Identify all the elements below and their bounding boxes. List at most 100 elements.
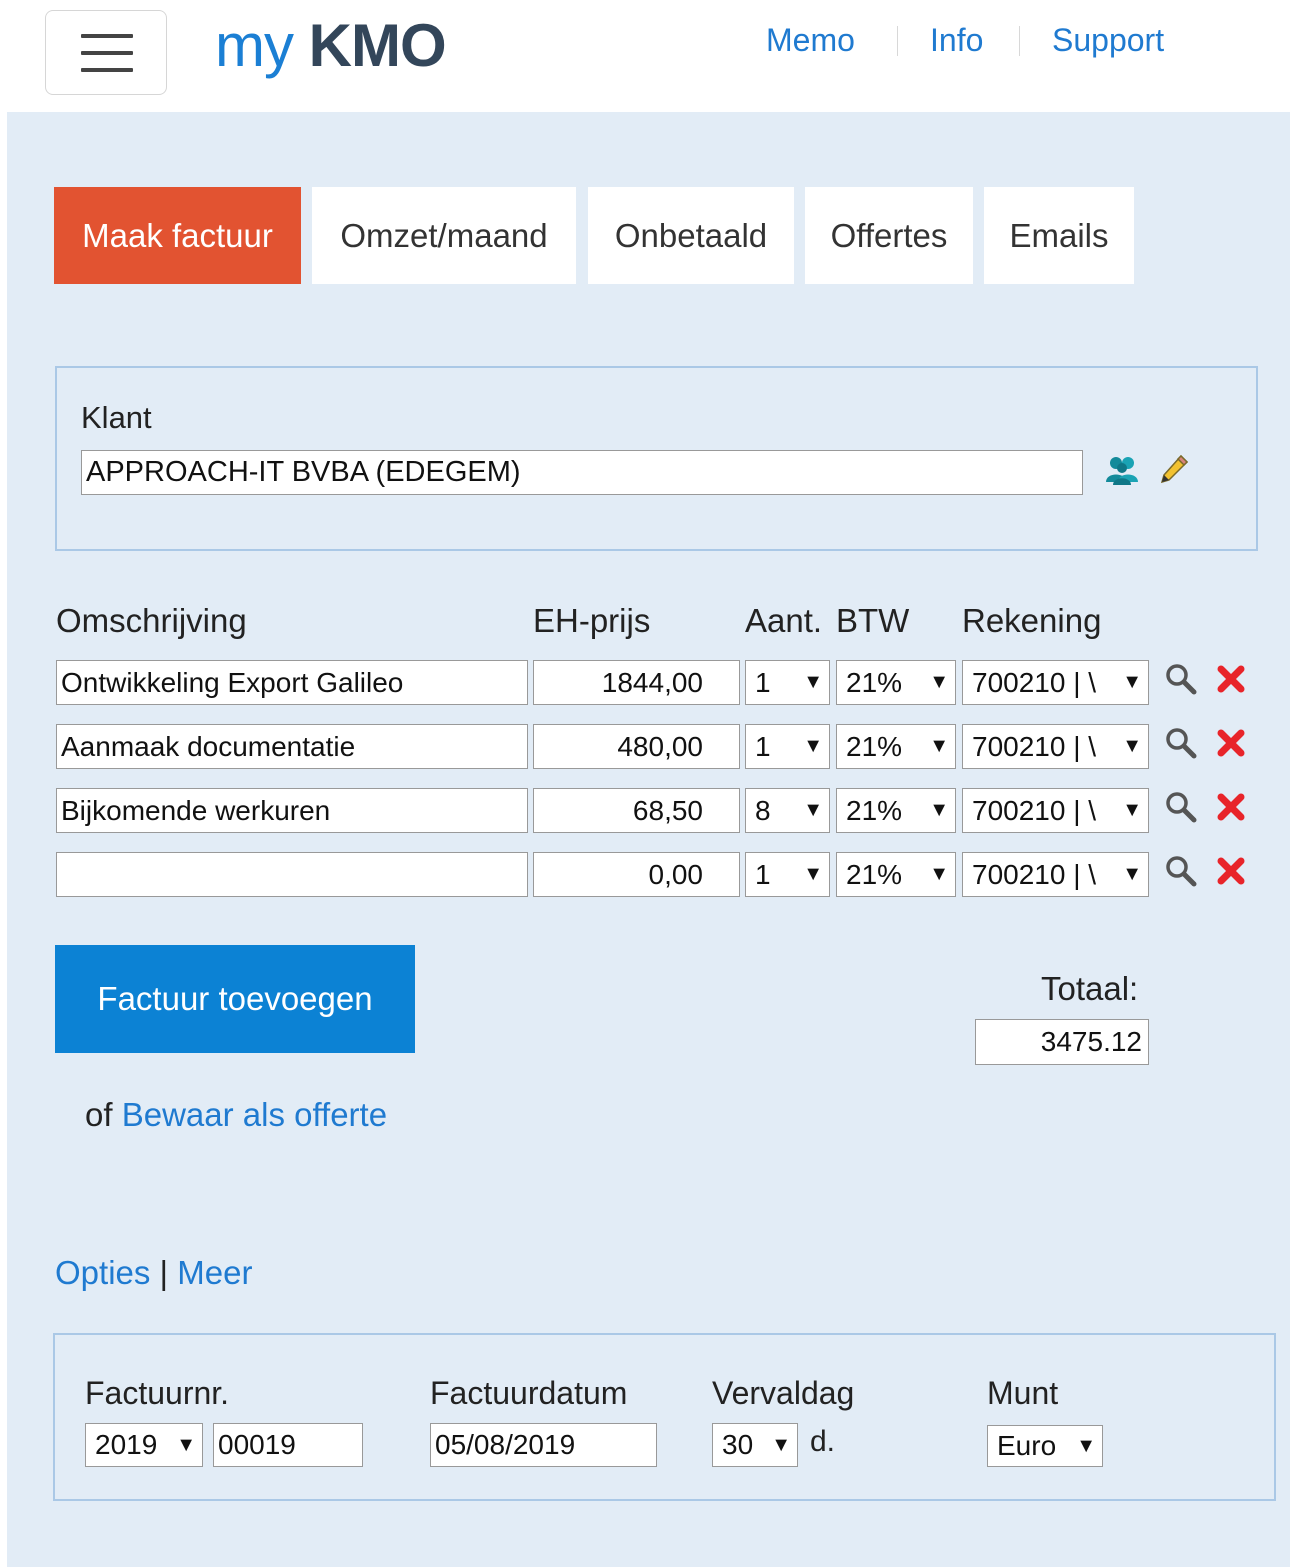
- hamburger-menu-button[interactable]: [45, 10, 167, 95]
- nav-link-info[interactable]: Info: [930, 20, 983, 60]
- dropdown-arrow-icon: ▼: [929, 735, 949, 757]
- factuurnr-year-value: 2019: [95, 1429, 158, 1460]
- link-separator: |: [159, 1254, 169, 1291]
- dropdown-arrow-icon: ▼: [803, 671, 823, 693]
- munt-label: Munt: [987, 1375, 1059, 1411]
- rekening-select[interactable]: 700210 | \ ▼: [962, 660, 1149, 705]
- btw-value: 21%: [846, 731, 903, 762]
- dropdown-arrow-icon: ▼: [1119, 853, 1142, 896]
- meer-link[interactable]: Meer: [177, 1254, 252, 1291]
- logo[interactable]: my KMO: [215, 10, 447, 82]
- factuurnr-number-input[interactable]: 00019: [213, 1423, 363, 1467]
- klant-section: Klant: [55, 366, 1258, 551]
- dropdown-arrow-icon: ▼: [1119, 661, 1142, 704]
- menu-bar-icon: [81, 34, 133, 38]
- btw-select[interactable]: 21% ▼: [836, 852, 956, 897]
- btw-value: 21%: [846, 667, 903, 698]
- omschrijving-input[interactable]: Bijkomende werkuren: [56, 788, 528, 833]
- col-header-btw: BTW: [836, 602, 910, 639]
- btw-value: 21%: [846, 859, 903, 890]
- tab-maak-factuur[interactable]: Maak factuur: [54, 187, 301, 284]
- dropdown-arrow-icon: ▼: [1119, 789, 1142, 832]
- dropdown-arrow-icon: ▼: [771, 1434, 791, 1456]
- tab-offertes[interactable]: Offertes: [805, 187, 973, 284]
- delete-icon[interactable]: [1215, 855, 1247, 892]
- aantal-value: 8: [755, 795, 771, 826]
- main-panel: Maak factuur Omzet/maand Onbetaald Offer…: [7, 112, 1290, 1567]
- delete-icon[interactable]: [1215, 663, 1247, 700]
- dropdown-arrow-icon: ▼: [929, 799, 949, 821]
- klant-input[interactable]: [81, 450, 1083, 495]
- rekening-select[interactable]: 700210 | \ ▼: [962, 788, 1149, 833]
- delete-icon[interactable]: [1215, 727, 1247, 764]
- factuurnr-year-select[interactable]: 2019 ▼: [85, 1423, 203, 1467]
- aantal-select[interactable]: 1 ▼: [745, 724, 830, 769]
- or-text: of: [85, 1096, 113, 1133]
- tab-emails[interactable]: Emails: [984, 187, 1134, 284]
- eh-prijs-input[interactable]: 0,00: [533, 852, 740, 897]
- dropdown-arrow-icon: ▼: [803, 863, 823, 885]
- options-links: Opties | Meer: [55, 1254, 252, 1292]
- vervaldag-select[interactable]: 30 ▼: [712, 1423, 798, 1467]
- nav-separator: [1019, 26, 1020, 56]
- bewaar-als-offerte-link[interactable]: Bewaar als offerte: [122, 1096, 387, 1133]
- omschrijving-input[interactable]: Ontwikkeling Export Galileo: [56, 660, 528, 705]
- search-icon[interactable]: [1164, 662, 1198, 701]
- dropdown-arrow-icon: ▼: [929, 863, 949, 885]
- search-icon[interactable]: [1164, 854, 1198, 893]
- eh-prijs-input[interactable]: 480,00: [533, 724, 740, 769]
- dropdown-arrow-icon: ▼: [1119, 725, 1142, 768]
- btw-select[interactable]: 21% ▼: [836, 724, 956, 769]
- dropdown-arrow-icon: ▼: [803, 735, 823, 757]
- nav-link-support[interactable]: Support: [1052, 20, 1164, 60]
- col-header-eh-prijs: EH-prijs: [533, 602, 651, 639]
- pencil-icon[interactable]: [1157, 452, 1191, 491]
- tab-onbetaald[interactable]: Onbetaald: [588, 187, 794, 284]
- btw-select[interactable]: 21% ▼: [836, 788, 956, 833]
- totaal-field: 3475.12: [975, 1019, 1149, 1065]
- users-icon[interactable]: [1105, 454, 1139, 491]
- btw-select[interactable]: 21% ▼: [836, 660, 956, 705]
- rekening-value: 700210 | \: [972, 795, 1097, 826]
- tab-omzet-maand[interactable]: Omzet/maand: [312, 187, 576, 284]
- omschrijving-input[interactable]: [56, 852, 528, 897]
- rekening-select[interactable]: 700210 | \ ▼: [962, 852, 1149, 897]
- aantal-select[interactable]: 1 ▼: [745, 660, 830, 705]
- rekening-select[interactable]: 700210 | \ ▼: [962, 724, 1149, 769]
- vervaldag-value: 30: [722, 1429, 754, 1460]
- klant-label: Klant: [81, 400, 152, 435]
- factuurdatum-label: Factuurdatum: [430, 1375, 628, 1411]
- eh-prijs-input[interactable]: 68,50: [533, 788, 740, 833]
- factuurdatum-input[interactable]: 05/08/2019: [430, 1423, 657, 1467]
- dropdown-arrow-icon: ▼: [803, 799, 823, 821]
- rekening-value: 700210 | \: [972, 731, 1097, 762]
- col-header-rekening: Rekening: [962, 602, 1102, 639]
- search-icon[interactable]: [1164, 790, 1198, 829]
- factuur-toevoegen-button[interactable]: Factuur toevoegen: [55, 945, 415, 1053]
- dropdown-arrow-icon: ▼: [929, 671, 949, 693]
- munt-select[interactable]: Euro ▼: [987, 1425, 1103, 1467]
- save-offer-line: of Bewaar als offerte: [85, 1096, 387, 1134]
- aantal-select[interactable]: 8 ▼: [745, 788, 830, 833]
- vervaldag-label: Vervaldag: [712, 1375, 855, 1411]
- search-icon[interactable]: [1164, 726, 1198, 765]
- dropdown-arrow-icon: ▼: [1076, 1435, 1096, 1457]
- nav-separator: [897, 26, 898, 56]
- col-header-aant: Aant.: [745, 602, 823, 639]
- aantal-value: 1: [755, 667, 771, 698]
- nav-link-memo[interactable]: Memo: [766, 20, 855, 60]
- rekening-value: 700210 | \: [972, 859, 1097, 890]
- factuurnr-label: Factuurnr.: [85, 1375, 230, 1411]
- header: my KMO Memo Info Support: [0, 0, 1290, 112]
- eh-prijs-input[interactable]: 1844,00: [533, 660, 740, 705]
- delete-icon[interactable]: [1215, 791, 1247, 828]
- dropdown-arrow-icon: ▼: [176, 1434, 196, 1456]
- omschrijving-input[interactable]: Aanmaak documentatie: [56, 724, 528, 769]
- opties-link[interactable]: Opties: [55, 1254, 150, 1291]
- invoice-options-section: Factuurnr. 2019 ▼ 00019 Factuurdatum 05/0…: [53, 1333, 1276, 1501]
- munt-value: Euro: [997, 1430, 1057, 1461]
- btw-value: 21%: [846, 795, 903, 826]
- aantal-select[interactable]: 1 ▼: [745, 852, 830, 897]
- aantal-value: 1: [755, 731, 771, 762]
- totaal-label: Totaal:: [1041, 970, 1139, 1007]
